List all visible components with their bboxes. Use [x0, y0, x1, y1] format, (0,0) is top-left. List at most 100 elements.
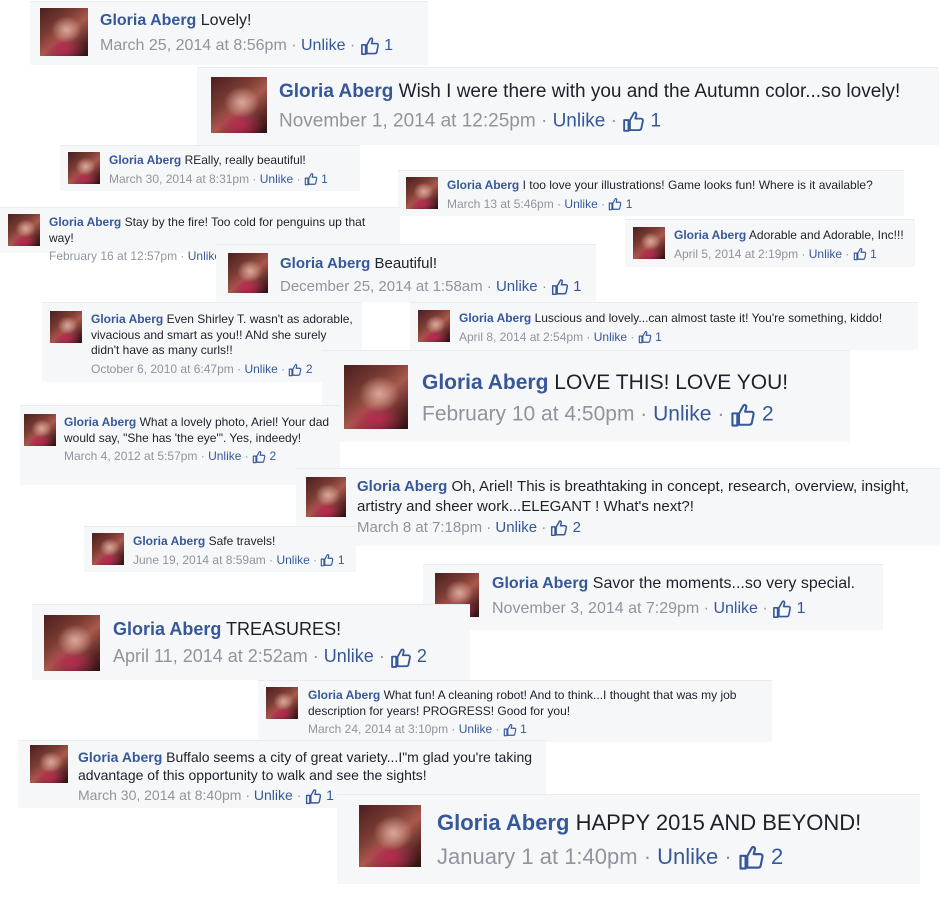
comment-timestamp[interactable]: March 8 at 7:18pm — [357, 519, 482, 536]
comment-author[interactable]: Gloria Aberg — [113, 619, 221, 639]
comment-timestamp[interactable]: March 13 at 5:46pm — [447, 197, 554, 211]
comment-author[interactable]: Gloria Aberg — [64, 415, 136, 429]
avatar[interactable] — [92, 533, 124, 565]
comment-author[interactable]: Gloria Aberg — [49, 215, 121, 229]
like-count: 2 — [770, 843, 784, 869]
comment-author[interactable]: Gloria Aberg — [280, 255, 370, 272]
unlike-link[interactable]: Unlike — [594, 330, 627, 344]
unlike-link[interactable]: Unlike — [713, 600, 757, 617]
unlike-link[interactable]: Unlike — [254, 787, 293, 803]
unlike-link[interactable]: Unlike — [495, 519, 537, 536]
comment-author[interactable]: Gloria Aberg — [78, 749, 162, 765]
comment-timestamp[interactable]: November 3, 2014 at 7:29pm — [492, 600, 699, 617]
avatar[interactable] — [211, 77, 267, 133]
comment-author[interactable]: Gloria Aberg — [109, 153, 181, 167]
unlike-link[interactable]: Unlike — [301, 37, 345, 54]
comment-card: Gloria Aberg Oh, Ariel! This is breathta… — [296, 468, 940, 546]
avatar[interactable] — [44, 615, 100, 671]
comment-card: Gloria Aberg Safe travels! June 19, 2014… — [84, 526, 356, 572]
unlike-link[interactable]: Unlike — [553, 110, 606, 131]
comment-author[interactable]: Gloria Aberg — [279, 81, 393, 102]
thumbs-up-icon[interactable] — [252, 450, 266, 464]
comment-card: Gloria Aberg Even Shirley T. wasn't as a… — [42, 302, 362, 382]
comment-author[interactable]: Gloria Aberg — [492, 575, 588, 592]
avatar[interactable] — [24, 414, 56, 446]
thumbs-up-icon[interactable] — [320, 553, 334, 567]
avatar[interactable] — [228, 253, 268, 293]
unlike-link[interactable]: Unlike — [459, 722, 492, 736]
unlike-link[interactable]: Unlike — [260, 172, 293, 186]
comment-card: Gloria Aberg Lovely! March 25, 2014 at 8… — [30, 1, 428, 65]
avatar[interactable] — [633, 227, 665, 259]
comment-author[interactable]: Gloria Aberg — [422, 371, 548, 394]
comment-author[interactable]: Gloria Aberg — [100, 12, 196, 29]
unlike-link[interactable]: Unlike — [653, 403, 711, 426]
comment-timestamp[interactable]: February 10 at 4:50pm — [422, 403, 634, 426]
comment-author[interactable]: Gloria Aberg — [308, 688, 380, 702]
unlike-link[interactable]: Unlike — [324, 646, 374, 666]
unlike-link[interactable]: Unlike — [657, 844, 718, 869]
thumbs-up-icon[interactable] — [288, 363, 302, 377]
comment-timestamp[interactable]: June 19, 2014 at 8:59am — [133, 553, 266, 567]
thumbs-up-icon[interactable] — [390, 647, 412, 669]
avatar[interactable] — [40, 8, 88, 56]
comment-author[interactable]: Gloria Aberg — [357, 478, 447, 495]
comment-author[interactable]: Gloria Aberg — [437, 810, 569, 835]
avatar[interactable] — [406, 177, 438, 209]
like-count: 1 — [337, 552, 345, 567]
thumbs-up-icon[interactable] — [304, 172, 318, 186]
unlike-link[interactable]: Unlike — [496, 278, 538, 295]
comment-timestamp[interactable]: April 8, 2014 at 2:54pm — [459, 330, 583, 344]
thumbs-up-icon[interactable] — [608, 197, 622, 211]
comment-timestamp[interactable]: December 25, 2014 at 1:58am — [280, 278, 483, 295]
avatar[interactable] — [344, 365, 408, 429]
thumbs-up-icon[interactable] — [738, 844, 765, 871]
like-count: 2 — [269, 449, 277, 464]
unlike-link[interactable]: Unlike — [809, 247, 842, 261]
thumbs-up-icon[interactable] — [622, 110, 645, 133]
avatar[interactable] — [418, 310, 450, 342]
comment-timestamp[interactable]: March 30, 2014 at 8:31pm — [109, 172, 249, 186]
thumbs-up-icon[interactable] — [550, 519, 568, 537]
avatar[interactable] — [50, 311, 82, 343]
comment-card: Gloria Aberg What a lovely photo, Ariel!… — [20, 405, 340, 485]
comment-timestamp[interactable]: March 30, 2014 at 8:40pm — [78, 787, 241, 803]
comment-card: Gloria Aberg Wish I were there with you … — [197, 67, 939, 145]
comment-timestamp[interactable]: March 4, 2012 at 5:57pm — [64, 449, 197, 463]
unlike-link[interactable]: Unlike — [276, 553, 309, 567]
comment-author[interactable]: Gloria Aberg — [674, 228, 746, 242]
like-count: 2 — [762, 402, 774, 426]
thumbs-up-icon[interactable] — [853, 247, 867, 261]
comment-text: Adorable and Adorable, Inc!!! — [748, 228, 904, 242]
comment-author[interactable]: Gloria Aberg — [447, 178, 519, 192]
comment-timestamp[interactable]: April 5, 2014 at 2:19pm — [674, 247, 798, 261]
avatar[interactable] — [30, 745, 68, 783]
thumbs-up-icon[interactable] — [360, 36, 380, 56]
unlike-link[interactable]: Unlike — [564, 197, 597, 211]
comment-timestamp[interactable]: November 1, 2014 at 12:25pm — [279, 110, 536, 131]
like-count: 1 — [384, 37, 394, 55]
comment-timestamp[interactable]: March 25, 2014 at 8:56pm — [100, 37, 287, 54]
unlike-link[interactable]: Unlike — [244, 362, 277, 376]
thumbs-up-icon[interactable] — [730, 402, 756, 428]
unlike-link[interactable]: Unlike — [208, 449, 241, 463]
comment-author[interactable]: Gloria Aberg — [133, 534, 205, 548]
avatar[interactable] — [359, 805, 421, 867]
thumbs-up-icon[interactable] — [305, 788, 322, 805]
avatar[interactable] — [8, 214, 40, 246]
comment-timestamp[interactable]: March 24, 2014 at 3:10pm — [308, 722, 448, 736]
avatar[interactable] — [306, 477, 346, 517]
thumbs-up-icon[interactable] — [503, 723, 517, 737]
comment-timestamp[interactable]: January 1 at 1:40pm — [437, 844, 638, 869]
thumbs-up-icon[interactable] — [772, 599, 792, 619]
comment-timestamp[interactable]: October 6, 2010 at 6:47pm — [91, 362, 234, 376]
like-count: 2 — [305, 361, 313, 376]
comment-author[interactable]: Gloria Aberg — [459, 311, 531, 325]
comment-timestamp[interactable]: February 16 at 12:57pm — [49, 249, 177, 263]
avatar[interactable] — [266, 687, 298, 719]
comment-author[interactable]: Gloria Aberg — [91, 312, 163, 326]
thumbs-up-icon[interactable] — [551, 278, 569, 296]
avatar[interactable] — [68, 152, 100, 184]
comment-timestamp[interactable]: April 11, 2014 at 2:52am — [113, 646, 308, 666]
thumbs-up-icon[interactable] — [638, 330, 652, 344]
